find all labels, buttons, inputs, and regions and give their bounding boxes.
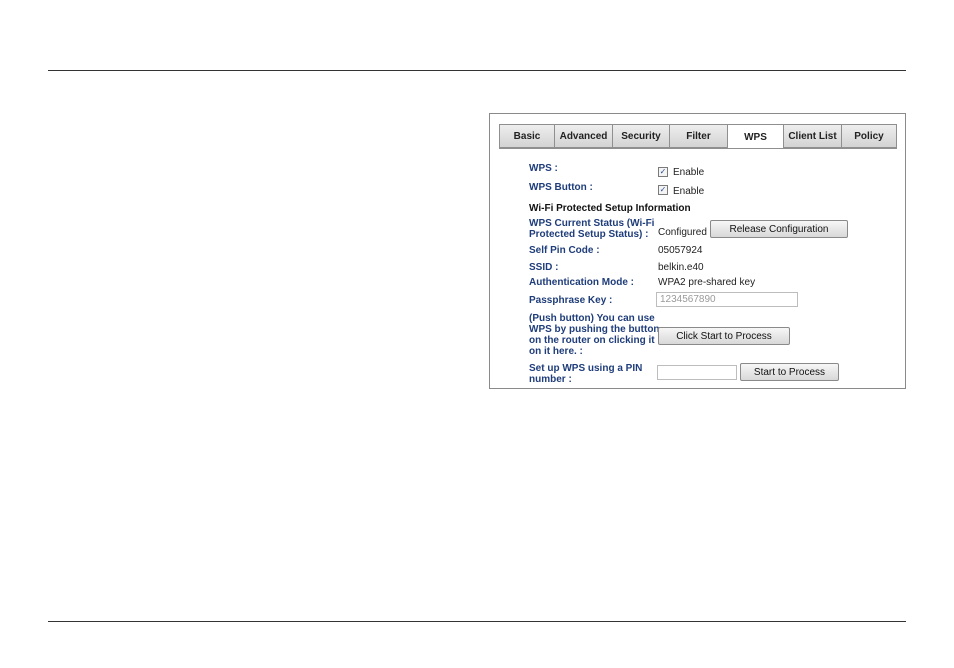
tab-client-list[interactable]: Client List	[783, 124, 841, 148]
section-heading: Wi-Fi Protected Setup Information	[529, 203, 691, 214]
current-status-label-line2: Protected Setup Status) :	[529, 229, 649, 240]
bottom-divider	[48, 621, 906, 622]
current-status-label-line1: WPS Current Status (Wi-Fi	[529, 218, 655, 229]
tab-advanced[interactable]: Advanced	[554, 124, 612, 148]
push-button-label-line2: WPS by pushing the button	[529, 324, 660, 335]
push-button-label-line3: on the router on clicking it	[529, 335, 655, 346]
click-start-to-process-button[interactable]: Click Start to Process	[658, 327, 790, 345]
wps-label: WPS :	[529, 163, 558, 174]
pin-setup-label-line1: Set up WPS using a PIN	[529, 363, 643, 374]
wps-button-enable-checkbox[interactable]: ✓	[658, 185, 668, 195]
passphrase-label: Passphrase Key :	[529, 295, 613, 306]
pin-setup-label-line2: number :	[529, 374, 572, 385]
push-button-label-line4: on it here. :	[529, 346, 583, 357]
pin-input[interactable]	[657, 365, 737, 380]
self-pin-label: Self Pin Code :	[529, 245, 600, 256]
wps-settings-panel: Basic Advanced Security Filter WPS Clien…	[489, 113, 906, 389]
ssid-label: SSID :	[529, 262, 559, 273]
current-status-value: Configured	[658, 227, 707, 238]
passphrase-input[interactable]	[656, 292, 798, 307]
tab-bar: Basic Advanced Security Filter WPS Clien…	[499, 124, 897, 149]
tab-basic[interactable]: Basic	[499, 124, 554, 148]
tab-security[interactable]: Security	[612, 124, 669, 148]
wps-enable-checkbox[interactable]: ✓	[658, 167, 668, 177]
checkmark-icon: ✓	[659, 185, 667, 194]
start-to-process-button[interactable]: Start to Process	[740, 363, 839, 381]
ssid-value: belkin.e40	[658, 262, 704, 273]
tab-filter[interactable]: Filter	[669, 124, 727, 148]
tab-policy[interactable]: Policy	[841, 124, 897, 148]
push-button-label-line1: (Push button) You can use	[529, 313, 655, 324]
auth-mode-value: WPA2 pre-shared key	[658, 277, 756, 288]
tab-wps[interactable]: WPS	[727, 124, 783, 149]
auth-mode-label: Authentication Mode :	[529, 277, 634, 288]
top-divider	[48, 70, 906, 71]
checkmark-icon: ✓	[659, 167, 667, 176]
wps-button-label: WPS Button :	[529, 182, 593, 193]
self-pin-value: 05057924	[658, 245, 703, 256]
tab-underline	[499, 148, 897, 149]
release-configuration-button[interactable]: Release Configuration	[710, 220, 848, 238]
wps-button-enable-text: Enable	[673, 186, 705, 197]
wps-enable-text: Enable	[673, 167, 705, 178]
